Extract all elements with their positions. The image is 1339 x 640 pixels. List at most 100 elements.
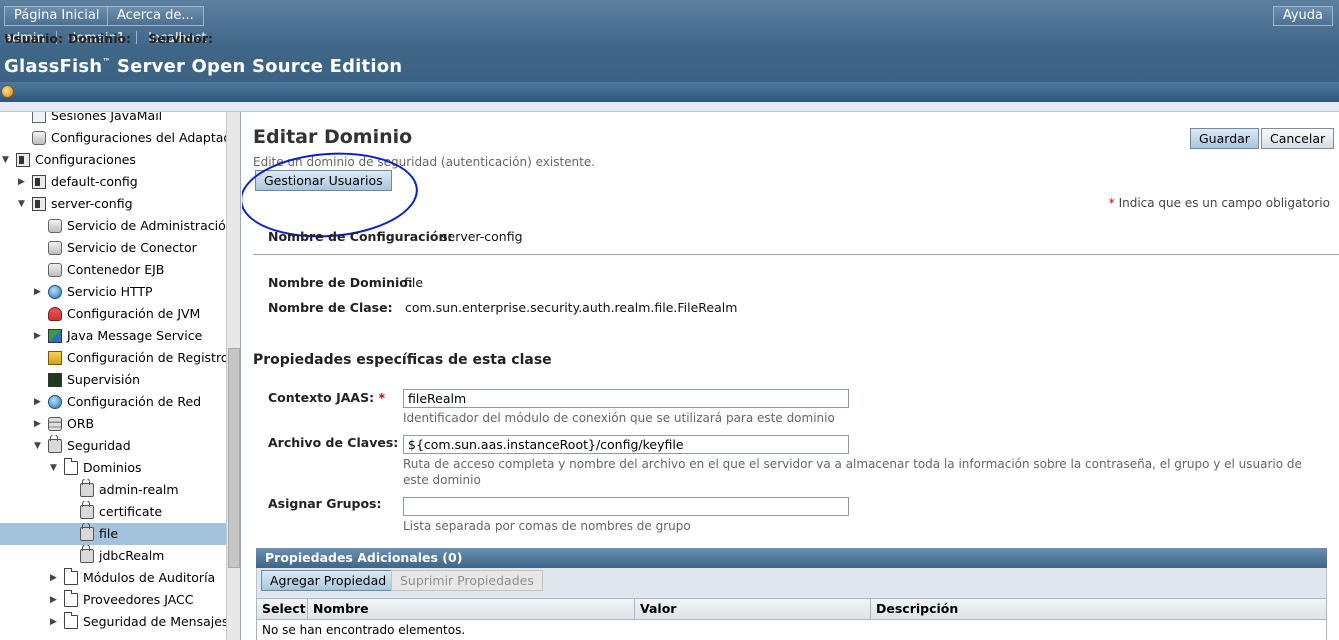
domain-label: Dominio: <box>68 31 132 46</box>
about-button[interactable]: Acerca de... <box>107 6 204 26</box>
tree-item[interactable]: ▶ Proveedores JACC <box>0 589 226 611</box>
page-title: Editar Dominio <box>253 126 413 148</box>
column-value[interactable]: Valor <box>635 599 871 619</box>
add-property-button[interactable]: Agregar Propiedad <box>261 570 396 591</box>
tree-item[interactable]: ▶ Servicio HTTP <box>0 281 226 303</box>
properties-table-header: Select Nombre Valor Descripción <box>256 598 1327 620</box>
tree-item[interactable]: file <box>0 523 226 545</box>
key-file-input[interactable] <box>403 435 849 454</box>
tree-item[interactable]: ▼ Dominios <box>0 457 226 479</box>
config-name-value: server-config <box>441 229 523 244</box>
user-label: Usuario: <box>4 31 63 46</box>
separator <box>136 31 138 44</box>
expand-arrow-icon[interactable]: ▶ <box>34 281 44 303</box>
tree-item-label: certificate <box>99 504 163 519</box>
class-name-label: Nombre de Clase: <box>268 300 393 315</box>
tree-item[interactable]: Contenedor EJB <box>0 259 226 281</box>
main-content: Editar Dominio Edite un dominio de segur… <box>242 112 1339 640</box>
expand-arrow-icon[interactable]: ▶ <box>50 611 60 633</box>
folder-icon <box>64 568 78 585</box>
config-icon <box>32 197 46 211</box>
config-icon <box>16 153 30 167</box>
home-button[interactable]: Página Inicial <box>4 6 110 26</box>
tree-item-label: Seguridad <box>67 438 131 453</box>
jaas-context-hint: Identificador del módulo de conexión que… <box>403 411 835 425</box>
table-empty-message: No se han encontrado elementos. <box>256 620 1327 640</box>
properties-table-toolbar: Agregar Propiedad Suprimir Propiedades <box>256 568 1327 593</box>
save-button[interactable]: Guardar <box>1190 128 1259 149</box>
page-help-text: Edite un dominio de seguridad (autentica… <box>253 155 596 169</box>
tree-item[interactable]: ▶ Configuración de Red <box>0 391 226 413</box>
column-description[interactable]: Descripción <box>871 599 1326 619</box>
tree-item-label: server-config <box>51 196 133 211</box>
tree-item-label: jdbcRealm <box>99 548 165 563</box>
tree-item-label: Configuración de Red <box>67 394 202 409</box>
expand-arrow-icon[interactable]: ▶ <box>34 325 44 347</box>
tree-item-label: Configuraciones <box>35 152 136 167</box>
tree-item-label: Java Message Service <box>67 328 203 343</box>
gear-icon <box>32 131 46 145</box>
collapse-arrow-icon[interactable]: ▼ <box>34 435 44 457</box>
jaas-context-label-text: Contexto JAAS: <box>268 390 375 405</box>
tree-item[interactable]: admin-realm <box>0 479 226 501</box>
expand-arrow-icon[interactable]: ▶ <box>34 413 44 435</box>
class-name-value: com.sun.enterprise.security.auth.realm.f… <box>405 300 738 315</box>
java-icon <box>48 307 62 321</box>
lock-icon <box>80 523 94 541</box>
tree-item-label: Servicio de Conector <box>67 240 197 255</box>
tree-item[interactable]: Sesiones JavaMail <box>0 112 226 127</box>
collapse-arrow-icon[interactable]: ▼ <box>50 457 60 479</box>
tree-item[interactable]: Servicio de Conector <box>0 237 226 259</box>
refresh-icon[interactable] <box>1 85 14 98</box>
required-note: * Indica que es un campo obligatorio <box>1109 196 1330 210</box>
realm-name-value: file <box>404 275 424 290</box>
tree-item[interactable]: Supervisión <box>0 369 226 391</box>
collapse-arrow-icon[interactable]: ▼ <box>2 149 12 171</box>
expand-arrow-icon[interactable]: ▶ <box>50 567 60 589</box>
tree-item-label: Supervisión <box>67 372 141 387</box>
column-name[interactable]: Nombre <box>308 599 635 619</box>
tree-item-label: admin-realm <box>99 482 179 497</box>
config-name-label: Nombre de Configuración: <box>268 229 453 244</box>
trademark-mark: ™ <box>102 57 111 66</box>
tree-item[interactable]: Configuraciones del Adaptador <box>0 127 226 149</box>
tree-item[interactable]: jdbcRealm <box>0 545 226 567</box>
globe-icon <box>48 395 62 409</box>
expand-arrow-icon[interactable]: ▶ <box>18 171 28 193</box>
tree-item-label: Contenedor EJB <box>67 262 165 277</box>
jaas-context-input[interactable] <box>403 389 849 408</box>
column-select[interactable]: Select <box>257 599 308 619</box>
mail-icon <box>32 112 46 123</box>
manage-users-button[interactable]: Gestionar Usuarios <box>255 170 392 191</box>
tree-item-label: Módulos de Auditoría <box>83 570 216 585</box>
expand-arrow-icon[interactable]: ▶ <box>34 391 44 413</box>
tree-item[interactable]: ▼ Seguridad <box>0 435 226 457</box>
expand-arrow-icon[interactable]: ▶ <box>50 589 60 611</box>
tree-item[interactable]: ▶ Módulos de Auditoría <box>0 567 226 589</box>
divider <box>0 102 1339 112</box>
session-info: Usuario: admin Dominio: domain1 Servidor… <box>4 31 213 46</box>
assign-groups-input[interactable] <box>403 497 849 516</box>
tree-item[interactable]: Configuración de JVM <box>0 303 226 325</box>
key-file-label-text: Archivo de Claves: <box>268 435 399 450</box>
scrollbar-thumb[interactable] <box>228 348 240 568</box>
collapse-arrow-icon[interactable]: ▼ <box>18 193 28 215</box>
tree-item[interactable]: ▼ Configuraciones <box>0 149 226 171</box>
tree-item[interactable]: Servicio de Administración <box>0 215 226 237</box>
log-icon <box>48 351 62 365</box>
cancel-button[interactable]: Cancelar <box>1261 128 1335 149</box>
tree-item[interactable]: ▶ ORB <box>0 413 226 435</box>
jaas-context-label: Contexto JAAS: * <box>268 390 385 405</box>
folder-icon <box>64 458 78 475</box>
help-button[interactable]: Ayuda <box>1272 6 1333 26</box>
tree-item[interactable]: ▼ server-config <box>0 193 226 215</box>
required-star: * <box>1108 196 1115 210</box>
tree-item[interactable]: ▶ Seguridad de Mensajes <box>0 611 226 633</box>
properties-table-title: Propiedades Adicionales (0) <box>256 548 1327 568</box>
tree-item[interactable]: ▶ default-config <box>0 171 226 193</box>
tree-item[interactable]: Configuración de Registro <box>0 347 226 369</box>
tree-item-label: Configuración de JVM <box>67 306 201 321</box>
tree-scrollbar[interactable] <box>226 112 240 640</box>
tree-item[interactable]: ▶ Java Message Service <box>0 325 226 347</box>
tree-item[interactable]: certificate <box>0 501 226 523</box>
